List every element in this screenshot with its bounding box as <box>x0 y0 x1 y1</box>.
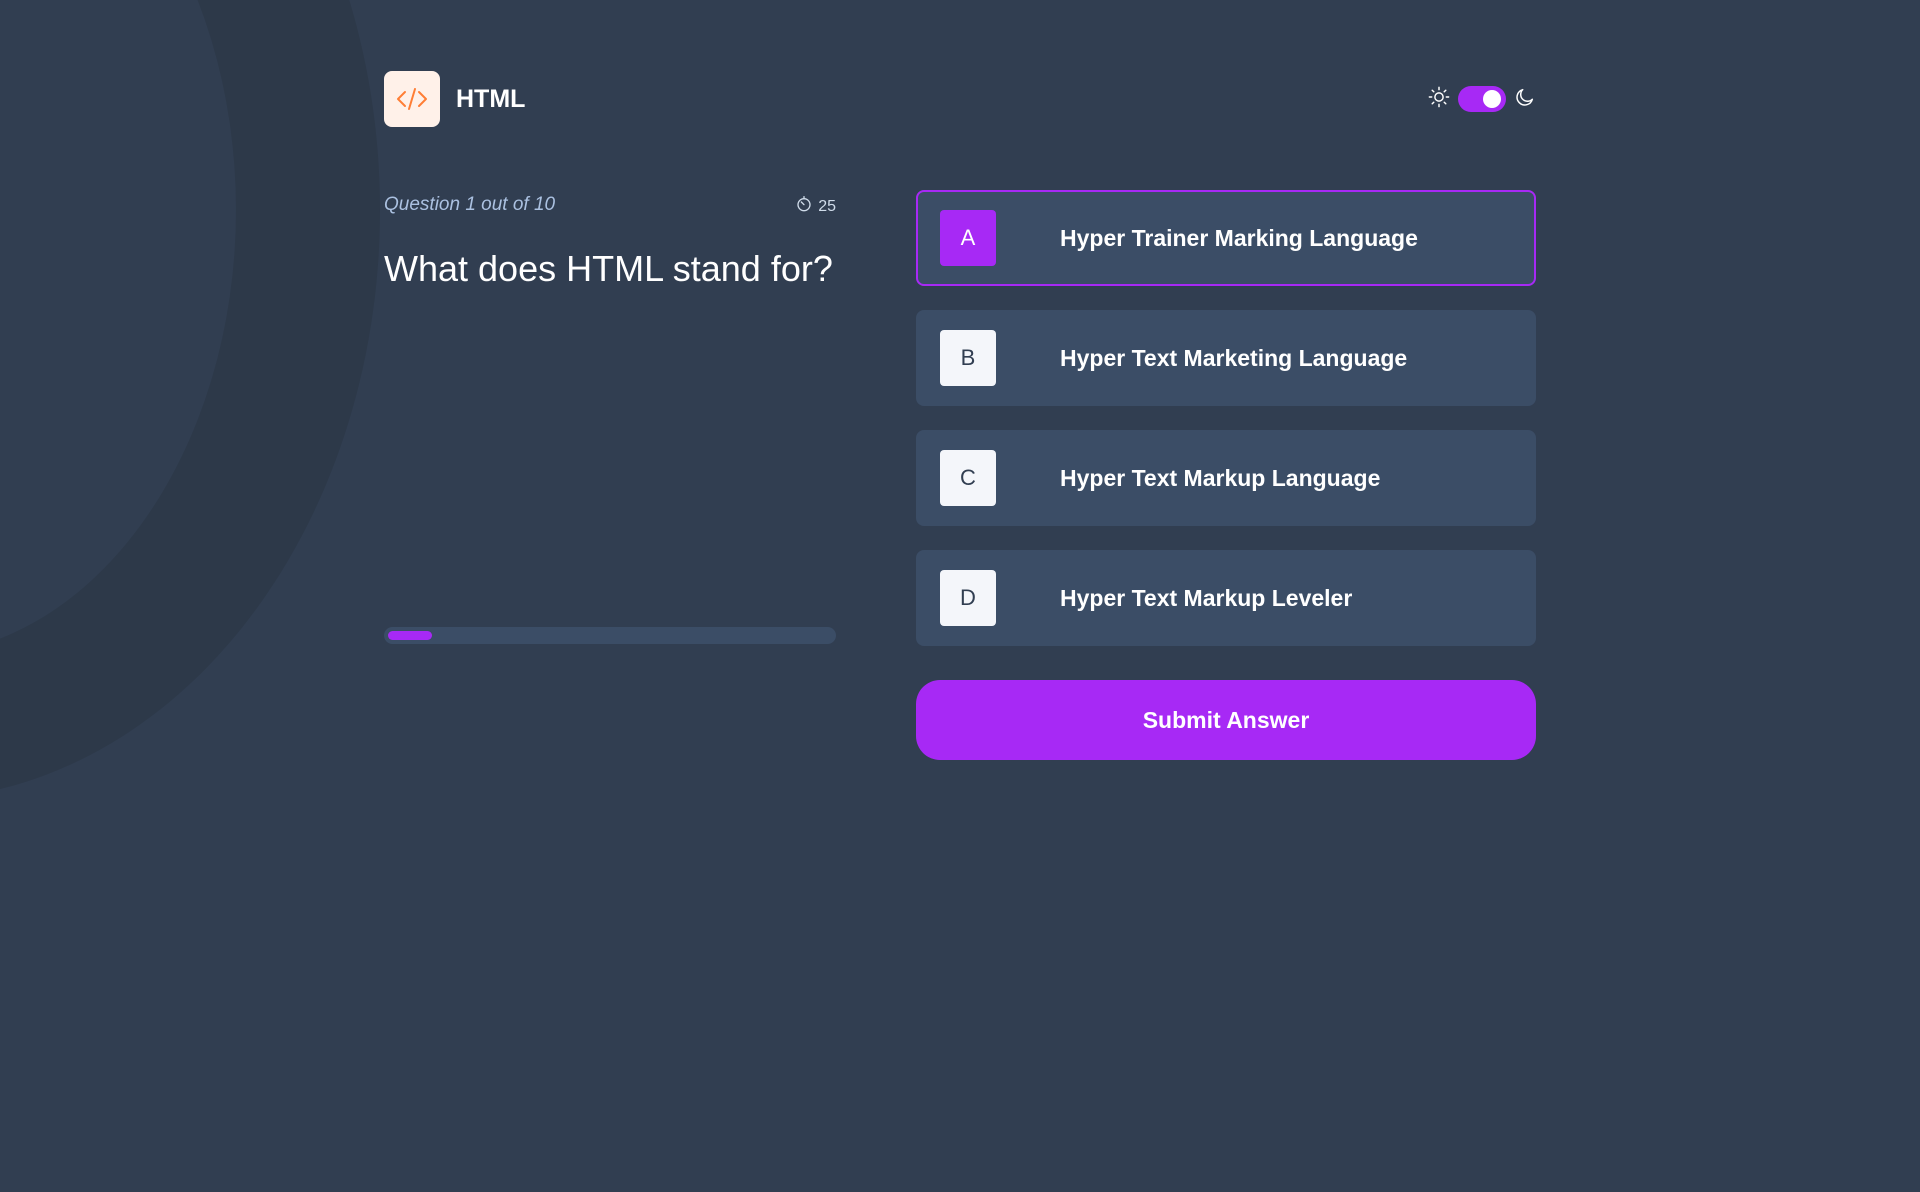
code-brackets-icon <box>384 71 440 127</box>
theme-toggle <box>1428 83 1536 115</box>
question-meta: Question 1 out of 10 25 <box>384 190 836 222</box>
option-letter: B <box>940 330 996 386</box>
brand: HTML <box>384 71 525 127</box>
timer: 25 <box>796 196 836 217</box>
option-text: Hyper Text Markup Leveler <box>1060 584 1353 611</box>
header: HTML <box>384 71 1536 127</box>
answer-options: A Hyper Trainer Marking Language B Hyper… <box>916 190 1536 670</box>
question-panel: Question 1 out of 10 25 What does HTML s… <box>384 190 836 289</box>
option-d[interactable]: D Hyper Text Markup Leveler <box>916 550 1536 646</box>
option-text: Hyper Text Marketing Language <box>1060 344 1408 371</box>
question-count: Question 1 out of 10 <box>384 194 556 215</box>
option-c[interactable]: C Hyper Text Markup Language <box>916 430 1536 526</box>
progress-bar <box>384 627 836 644</box>
quiz-page: HTML Question 1 out of 10 25 What does H… <box>0 0 1920 1192</box>
progress-fill <box>388 631 432 640</box>
timer-value: 25 <box>818 197 836 215</box>
submit-answer-button[interactable]: Submit Answer <box>916 680 1536 760</box>
option-letter: D <box>940 570 996 626</box>
sun-icon <box>1428 86 1450 113</box>
switch-knob <box>1483 90 1501 108</box>
option-a[interactable]: A Hyper Trainer Marking Language <box>916 190 1536 286</box>
question-text: What does HTML stand for? <box>384 248 833 289</box>
app-title: HTML <box>456 84 526 113</box>
option-letter: A <box>940 210 996 266</box>
option-text: Hyper Text Markup Language <box>1060 464 1381 491</box>
option-b[interactable]: B Hyper Text Marketing Language <box>916 310 1536 406</box>
option-text: Hyper Trainer Marking Language <box>1060 224 1418 251</box>
moon-icon <box>1514 86 1536 113</box>
option-letter: C <box>940 450 996 506</box>
background-decoration <box>0 0 380 800</box>
dark-mode-switch[interactable] <box>1458 86 1506 112</box>
timer-icon <box>796 196 812 217</box>
